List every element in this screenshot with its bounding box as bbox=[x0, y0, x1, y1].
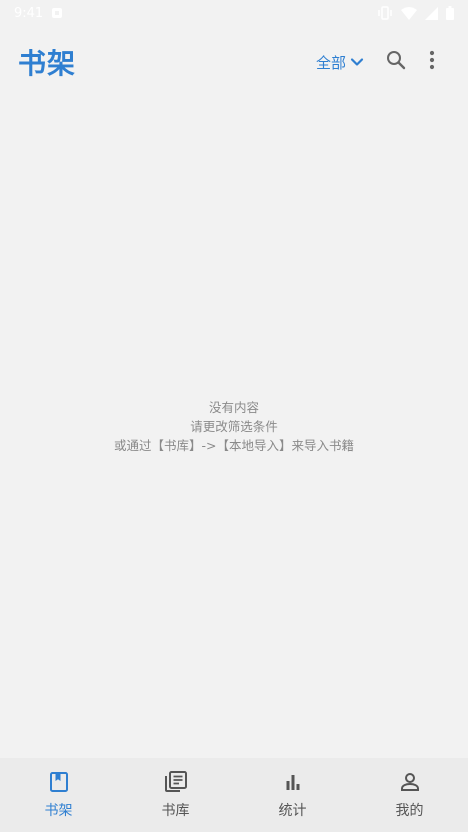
nav-item-statistics[interactable]: 统计 bbox=[234, 758, 351, 832]
more-vertical-icon bbox=[429, 50, 435, 74]
person-icon bbox=[399, 771, 421, 793]
status-left: 9:41 bbox=[14, 6, 63, 21]
filter-dropdown[interactable]: 全部 bbox=[316, 52, 364, 73]
status-bar: 9:41 bbox=[0, 0, 468, 26]
bottom-navigation: 书架 书库 统计 我的 bbox=[0, 758, 468, 832]
wifi-icon bbox=[401, 6, 417, 20]
empty-state-hint: 请更改筛选条件 bbox=[190, 419, 278, 434]
nav-label-profile: 我的 bbox=[395, 802, 424, 819]
nav-label-statistics: 统计 bbox=[278, 802, 307, 819]
library-icon bbox=[164, 770, 188, 793]
page-title: 书架 bbox=[18, 47, 77, 80]
nav-label-bookshelf: 书架 bbox=[44, 802, 73, 819]
bar-chart-icon bbox=[282, 771, 304, 793]
app-actions: 全部 bbox=[316, 44, 450, 80]
search-button[interactable] bbox=[378, 44, 414, 80]
empty-state-title: 没有内容 bbox=[208, 400, 259, 415]
signal-icon bbox=[425, 6, 438, 20]
app-bar: 书架 全部 bbox=[0, 26, 468, 98]
vibrate-icon bbox=[377, 6, 393, 20]
filter-label: 全部 bbox=[315, 53, 346, 72]
notification-icon bbox=[51, 7, 63, 19]
search-icon bbox=[385, 49, 407, 75]
status-right bbox=[377, 6, 454, 20]
empty-state-import-hint: 或通过【书库】->【本地导入】来导入书籍 bbox=[114, 438, 354, 453]
bookmark-book-icon bbox=[48, 771, 70, 793]
battery-icon bbox=[446, 6, 454, 20]
nav-item-bookshelf[interactable]: 书架 bbox=[0, 758, 117, 832]
chevron-down-icon bbox=[350, 53, 364, 71]
status-time: 9:41 bbox=[14, 5, 44, 21]
nav-item-profile[interactable]: 我的 bbox=[351, 758, 468, 832]
nav-item-library[interactable]: 书库 bbox=[117, 758, 234, 832]
empty-state: 没有内容 请更改筛选条件 或通过【书库】->【本地导入】来导入书籍 bbox=[0, 398, 468, 455]
more-options-button[interactable] bbox=[414, 44, 450, 80]
nav-label-library: 书库 bbox=[161, 802, 190, 819]
